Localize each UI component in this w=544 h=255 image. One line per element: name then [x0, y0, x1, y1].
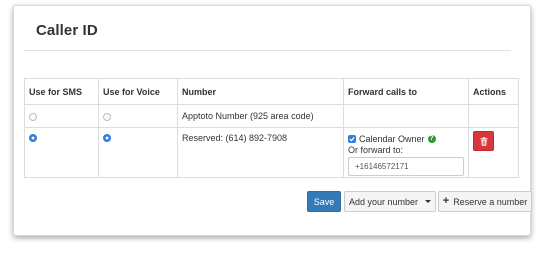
sms-radio-apptoto[interactable]: [29, 112, 37, 121]
header-forward-calls-to: Forward calls to: [343, 78, 469, 105]
plus-icon: +: [442, 195, 450, 207]
number-cell: Apptoto Number (925 area code): [177, 104, 344, 128]
voice-radio-apptoto[interactable]: [103, 112, 111, 121]
delete-button[interactable]: [473, 131, 494, 151]
add-your-number-dropdown[interactable]: Add your number: [344, 191, 436, 212]
trash-icon: [480, 136, 487, 146]
voice-cell: [98, 104, 178, 128]
forward-cell: Calendar Owner ? Or forward to:: [343, 127, 469, 178]
table-row: Apptoto Number (925 area code): [24, 104, 519, 128]
help-icon[interactable]: ?: [427, 134, 436, 143]
calendar-owner-option: Calendar Owner ?: [348, 133, 464, 144]
actions-cell: [468, 127, 519, 178]
table-row: Reserved: (614) 892-7908 Calendar Owner …: [24, 127, 519, 178]
forward-cell: [343, 104, 469, 128]
calendar-owner-checkbox[interactable]: [348, 134, 356, 143]
or-forward-label: Or forward to:: [348, 145, 404, 155]
reserved-number: Reserved: (614) 892-7908: [182, 133, 288, 143]
sms-cell: [24, 127, 99, 178]
number-cell: Reserved: (614) 892-7908: [177, 127, 344, 178]
caller-id-table: Use for SMS Use for Voice Number Forward…: [24, 78, 519, 178]
sms-radio-reserved[interactable]: [29, 134, 37, 142]
voice-cell: [98, 127, 178, 178]
header-use-for-sms: Use for SMS: [24, 78, 99, 105]
title-divider: [24, 50, 511, 51]
reserve-number-button[interactable]: + Reserve a number: [438, 191, 532, 212]
caller-id-panel: Caller ID Use for SMS Use for Voice Numb…: [13, 5, 532, 236]
sms-cell: [24, 104, 99, 128]
add-your-number-label: Add your number: [348, 196, 419, 207]
table-header-row: Use for SMS Use for Voice Number Forward…: [24, 78, 519, 105]
header-number: Number: [177, 78, 344, 105]
header-actions: Actions: [468, 78, 519, 105]
save-button[interactable]: Save: [307, 191, 341, 212]
header-use-for-voice: Use for Voice: [98, 78, 178, 105]
reserve-number-label: Reserve a number: [453, 196, 528, 207]
page-title: Caller ID: [36, 22, 98, 39]
chevron-down-icon: [425, 200, 432, 203]
actions-cell: [468, 104, 519, 128]
calendar-owner-label: Calendar Owner: [359, 133, 425, 144]
forward-number-input[interactable]: [348, 157, 464, 176]
voice-radio-reserved[interactable]: [103, 134, 111, 142]
